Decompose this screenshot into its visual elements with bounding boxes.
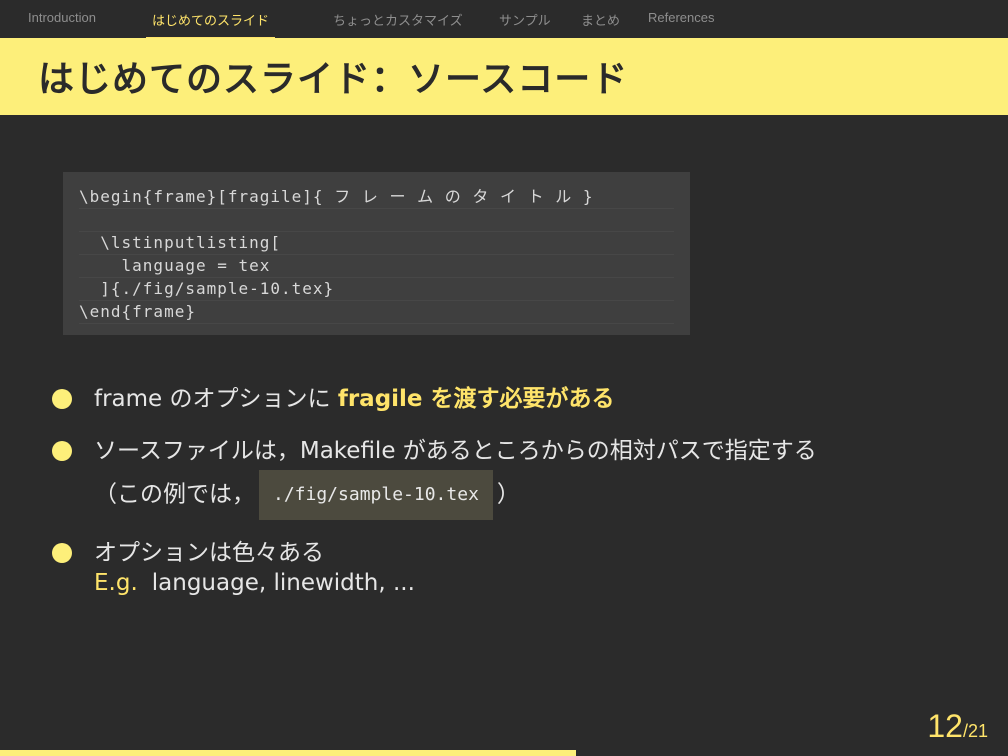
code-line: \lstinputlisting[ — [79, 232, 674, 255]
example-label: E.g. — [94, 570, 138, 596]
bullet-highlight: fragile を渡す必要がある — [337, 386, 615, 412]
nav-item-first-slide[interactable]: はじめてのスライド — [146, 10, 276, 41]
nav-item-sample[interactable]: サンプル — [499, 10, 551, 29]
bullet-text: ソースファイルは，Makefile があるところからの相対パスで指定する — [94, 438, 817, 464]
nav-item-introduction[interactable]: Introduction — [28, 10, 96, 25]
section-navigation: Introduction はじめてのスライド ちょっとカスタマイズ サンプル ま… — [0, 0, 1008, 41]
example-line: E.g. language, linewidth, ... — [94, 570, 415, 596]
nav-item-references[interactable]: References — [648, 10, 714, 25]
code-line — [79, 209, 674, 232]
inline-code: ./fig/sample-10.tex — [259, 470, 493, 520]
slide-title: はじめてのスライド：ソースコード — [38, 59, 629, 100]
nav-item-customize[interactable]: ちょっとカスタマイズ — [333, 10, 463, 29]
page-number: 12/21 — [927, 708, 988, 745]
example-text: language, linewidth, ... — [151, 570, 415, 596]
title-bar: はじめてのスライド：ソースコード — [0, 38, 1008, 115]
bullet-text: ） — [496, 481, 520, 508]
code-block: \begin{frame}[fragile]{ フ レ ー ム の タ イ ト … — [63, 172, 690, 335]
bullet-item: オプションは色々ある — [52, 534, 992, 572]
page-current: 12 — [927, 708, 963, 744]
bullet-dot-icon — [52, 543, 72, 563]
bullet-text: オプションは色々ある — [94, 540, 324, 566]
code-line: \end{frame} — [79, 301, 674, 324]
code-line: \begin{frame}[fragile]{ フ レ ー ム の タ イ ト … — [79, 186, 674, 209]
progress-bar — [0, 750, 576, 756]
bullet-item: frame のオプションに fragile を渡す必要がある — [52, 380, 992, 418]
page-total: /21 — [962, 721, 988, 741]
bullet-text: frame のオプションに — [94, 386, 338, 412]
bullet-list: frame のオプションに fragile を渡す必要がある ソースファイルは，… — [52, 380, 992, 586]
code-line: ]{./fig/sample-10.tex} — [79, 278, 674, 301]
bullet-item: ソースファイルは，Makefile があるところからの相対パスで指定する （この… — [52, 432, 992, 520]
code-line: language = tex — [79, 255, 674, 278]
bullet-text: （この例では， — [94, 481, 255, 508]
bullet-dot-icon — [52, 389, 72, 409]
nav-item-summary[interactable]: まとめ — [581, 10, 620, 29]
bullet-dot-icon — [52, 441, 72, 461]
